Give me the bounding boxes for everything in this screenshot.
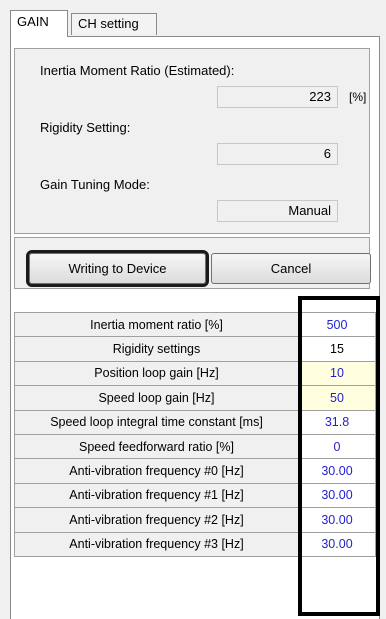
inertia-ratio-unit: [%] (349, 90, 367, 104)
parameter-value[interactable]: 31.8 (298, 409, 376, 435)
parameter-table: Inertia moment ratio [%] 500 Rigidity sett… (14, 311, 376, 557)
parameter-name: Position loop gain [Hz] (14, 360, 299, 387)
table-row: Anti-vibration frequency #2 [Hz] 30.00 (14, 507, 376, 533)
parameter-name: Speed loop gain [Hz] (14, 385, 299, 411)
estimated-info-group: Inertia Moment Ratio (Estimated): 223 [%… (14, 48, 370, 234)
table-row: Speed loop gain [Hz] 50 (14, 385, 376, 411)
gain-mode-value: Manual (217, 200, 338, 222)
parameter-value[interactable]: 30.00 (298, 531, 376, 557)
parameter-name: Anti-vibration frequency #3 [Hz] (14, 531, 299, 557)
table-row: Speed loop integral time constant [ms] 31… (14, 409, 376, 435)
rigidity-label: Rigidity Setting: (40, 120, 131, 135)
parameter-value[interactable]: 30.00 (298, 482, 376, 509)
write-to-device-button[interactable]: Writing to Device (26, 250, 209, 287)
parameter-name: Speed feedforward ratio [%] (14, 433, 299, 460)
gain-mode-label: Gain Tuning Mode: (40, 177, 150, 192)
table-row: Anti-vibration frequency #3 [Hz] 30.00 (14, 531, 376, 557)
inertia-ratio-value: 223 (217, 86, 338, 108)
tab-gain[interactable]: GAIN (10, 10, 68, 37)
parameter-value[interactable]: 500 (298, 311, 376, 338)
table-row: Position loop gain [Hz] 10 (14, 360, 376, 387)
parameter-value[interactable]: 15 (298, 336, 376, 362)
parameter-name: Speed loop integral time constant [ms] (14, 409, 299, 435)
parameter-name: Anti-vibration frequency #2 [Hz] (14, 507, 299, 533)
parameter-name: Inertia moment ratio [%] (14, 311, 299, 338)
parameter-value[interactable]: 30.00 (298, 507, 376, 533)
table-row: Anti-vibration frequency #0 [Hz] 30.00 (14, 458, 376, 484)
parameter-name: Anti-vibration frequency #1 [Hz] (14, 482, 299, 509)
inertia-ratio-label: Inertia Moment Ratio (Estimated): (40, 63, 235, 78)
tab-ch-setting[interactable]: CH setting (71, 13, 157, 35)
table-row: Speed feedforward ratio [%] 0 (14, 433, 376, 460)
parameter-value[interactable]: 30.00 (298, 458, 376, 484)
parameter-value[interactable]: 50 (298, 385, 376, 411)
table-row: Inertia moment ratio [%] 500 (14, 311, 376, 338)
table-row: Anti-vibration frequency #1 [Hz] 30.00 (14, 482, 376, 509)
parameter-value[interactable]: 10 (298, 360, 376, 387)
table-row: Rigidity settings 15 (14, 336, 376, 362)
cancel-button[interactable]: Cancel (211, 253, 371, 284)
parameter-name: Rigidity settings (14, 336, 299, 362)
parameter-name: Anti-vibration frequency #0 [Hz] (14, 458, 299, 484)
parameter-value[interactable]: 0 (298, 433, 376, 460)
rigidity-value: 6 (217, 143, 338, 165)
